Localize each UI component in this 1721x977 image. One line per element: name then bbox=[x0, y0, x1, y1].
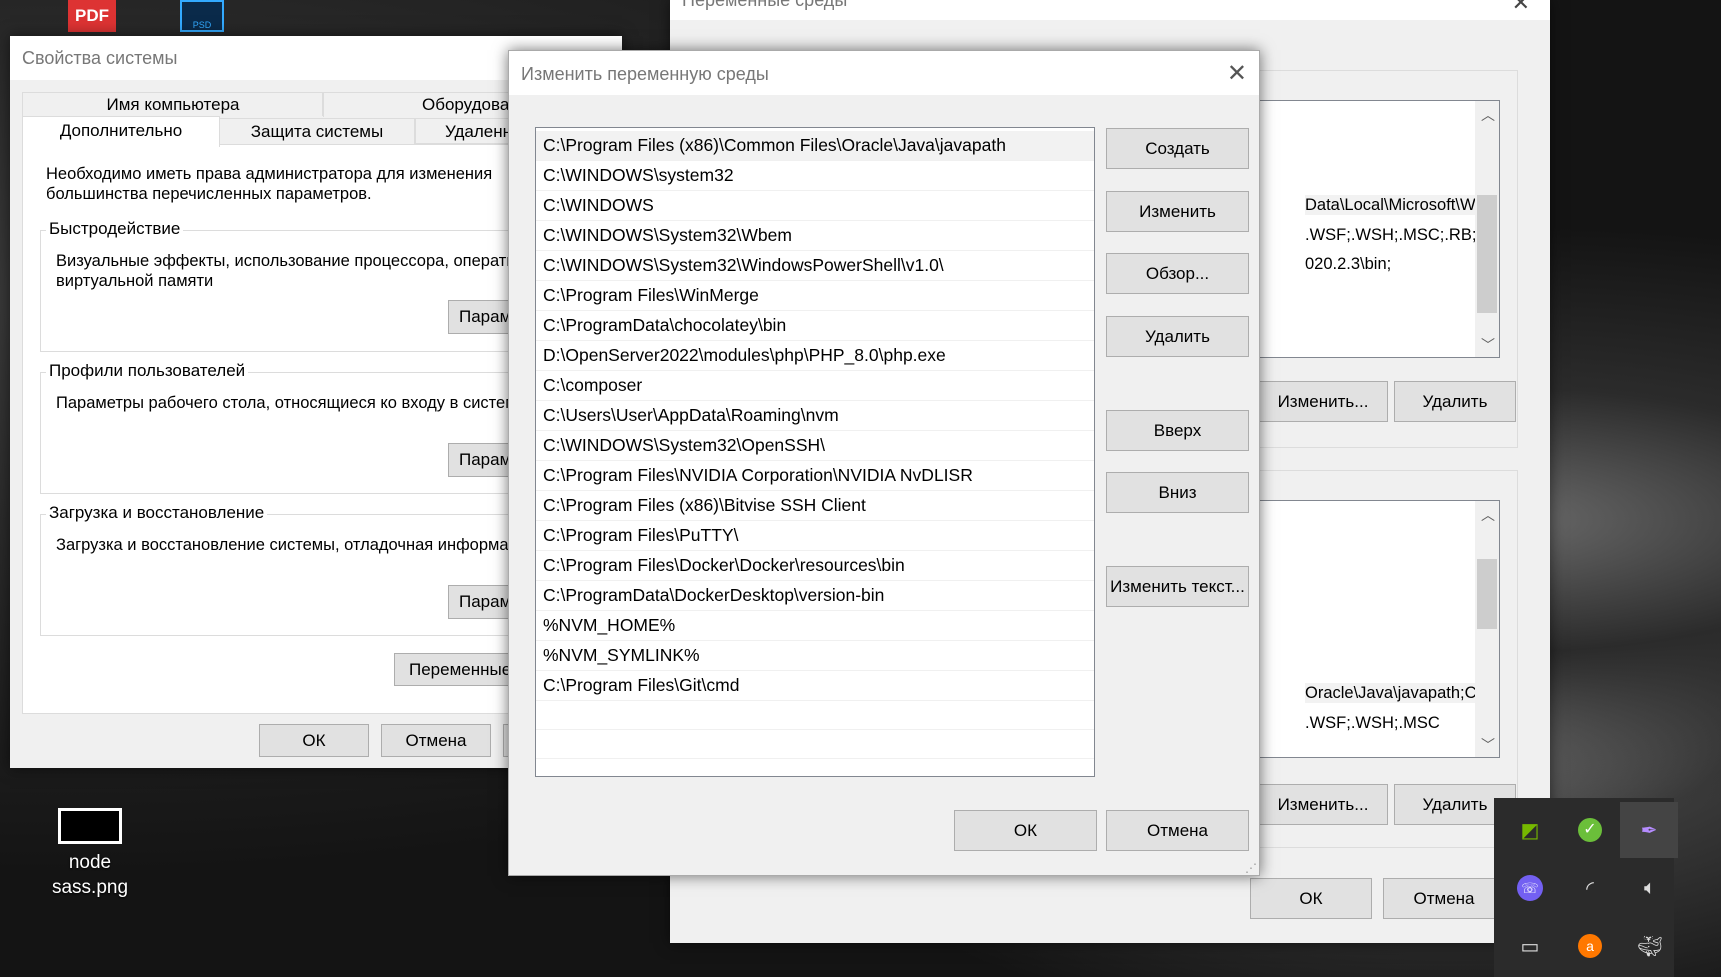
path-list-item[interactable]: C:\Program Files (x86)\Bitvise SSH Clien… bbox=[536, 491, 1094, 521]
sysprop-ok-button[interactable]: ОК bbox=[259, 724, 369, 757]
startup-legend: Загрузка и восстановление bbox=[46, 503, 268, 523]
scroll-up-icon[interactable]: ︿ bbox=[1481, 105, 1495, 125]
path-list-item[interactable]: C:\Program Files (x86)\Common Files\Orac… bbox=[536, 131, 1094, 161]
desktop-psd-icon[interactable]: PSD bbox=[180, 0, 224, 32]
scroll-thumb[interactable] bbox=[1477, 195, 1497, 313]
edit-ok-button[interactable]: ОК bbox=[954, 810, 1097, 851]
nvidia-icon[interactable]: ◩ bbox=[1508, 808, 1552, 852]
tab-computer-name[interactable]: Имя компьютера bbox=[22, 92, 324, 117]
scroll-up-icon[interactable]: ︿ bbox=[1481, 505, 1495, 525]
path-list-item[interactable]: C:\ProgramData\DockerDesktop\version-bin bbox=[536, 581, 1094, 611]
resize-grip-icon[interactable]: ⋰ bbox=[1245, 861, 1257, 875]
edit-dialog-titlebar: Изменить переменную среды ✕ bbox=[509, 51, 1259, 95]
speaker-icon[interactable]: 🔈︎ bbox=[1628, 866, 1672, 910]
system-var-value[interactable]: Oracle\Java\javapath;C:\WI... bbox=[1305, 683, 1475, 703]
user-edit-button[interactable]: Изменить... bbox=[1258, 381, 1388, 422]
path-list-item[interactable]: C:\composer bbox=[536, 371, 1094, 401]
tab-advanced[interactable]: Дополнительно bbox=[22, 116, 220, 147]
edit-text-button[interactable]: Изменить текст... bbox=[1106, 566, 1249, 607]
env-vars-titlebar: Переменные среды ✕ bbox=[670, 0, 1550, 20]
path-list-item[interactable]: C:\Program Files\WinMerge bbox=[536, 281, 1094, 311]
system-var-value[interactable]: .WSF;.WSH;.MSC bbox=[1305, 713, 1475, 733]
startup-desc: Загрузка и восстановление системы, отлад… bbox=[56, 536, 509, 554]
user-var-value[interactable]: 020.2.3\bin; bbox=[1305, 254, 1475, 274]
edit-dialog-title: Изменить переменную среды bbox=[521, 64, 769, 84]
move-up-button[interactable]: Вверх bbox=[1106, 410, 1249, 451]
user-var-value[interactable]: Data\Local\Microsoft\Win... bbox=[1305, 195, 1475, 215]
path-list[interactable]: C:\Program Files (x86)\Common Files\Orac… bbox=[535, 127, 1095, 777]
path-list-item[interactable]: C:\WINDOWS\System32\OpenSSH\ bbox=[536, 431, 1094, 461]
env-ok-button[interactable]: ОК bbox=[1250, 878, 1372, 919]
path-list-item[interactable]: C:\WINDOWS\system32 bbox=[536, 161, 1094, 191]
performance-desc: Визуальные эффекты, использование процес… bbox=[56, 252, 516, 290]
sysprop-title: Свойства системы bbox=[22, 48, 178, 68]
edit-cancel-button[interactable]: Отмена bbox=[1106, 810, 1249, 851]
env-cancel-button[interactable]: Отмена bbox=[1383, 878, 1505, 919]
battery-icon[interactable]: ▭ bbox=[1508, 924, 1552, 968]
user-delete-button[interactable]: Удалить bbox=[1394, 381, 1516, 422]
shield-check-icon[interactable]: ✓ bbox=[1568, 808, 1612, 852]
wifi-icon[interactable]: ◜ bbox=[1568, 866, 1612, 910]
desktop-pdf-icon[interactable]: PDF bbox=[68, 0, 116, 32]
desktop-image-icon[interactable] bbox=[58, 808, 122, 844]
browse-button[interactable]: Обзор... bbox=[1106, 253, 1249, 294]
avast-icon[interactable]: a bbox=[1568, 924, 1612, 968]
scroll-down-icon[interactable]: ﹀ bbox=[1481, 335, 1495, 355]
close-icon[interactable]: ✕ bbox=[1227, 59, 1247, 88]
sysprop-cancel-button[interactable]: Отмена bbox=[381, 724, 491, 757]
docker-icon[interactable]: 🐳︎ bbox=[1628, 924, 1672, 968]
create-button[interactable]: Создать bbox=[1106, 128, 1249, 169]
path-list-item[interactable]: C:\WINDOWS\System32\WindowsPowerShell\v1… bbox=[536, 251, 1094, 281]
admin-note: Необходимо иметь права администратора дл… bbox=[46, 165, 493, 203]
profiles-legend: Профили пользователей bbox=[46, 361, 249, 381]
path-list-item[interactable]: C:\ProgramData\chocolatey\bin bbox=[536, 311, 1094, 341]
user-var-value[interactable]: .WSF;.WSH;.MSC;.RB;.RBW... bbox=[1305, 225, 1475, 245]
scroll-down-icon[interactable]: ﹀ bbox=[1481, 735, 1495, 755]
delete-button[interactable]: Удалить bbox=[1106, 316, 1249, 357]
move-down-button[interactable]: Вниз bbox=[1106, 472, 1249, 513]
path-list-item[interactable]: C:\Program Files\NVIDIA Corporation\NVID… bbox=[536, 461, 1094, 491]
user-vars-scrollbar[interactable]: ︿ ﹀ bbox=[1475, 101, 1499, 357]
close-icon[interactable]: ✕ bbox=[1512, 0, 1530, 16]
edit-button[interactable]: Изменить bbox=[1106, 191, 1249, 232]
viber-icon[interactable]: ☏ bbox=[1508, 866, 1552, 910]
path-list-item[interactable]: C:\Users\User\AppData\Roaming\nvm bbox=[536, 401, 1094, 431]
performance-legend: Быстродействие bbox=[46, 219, 184, 239]
path-list-item[interactable]: C:\Program Files\Docker\Docker\resources… bbox=[536, 551, 1094, 581]
feather-icon[interactable]: ✒ bbox=[1620, 802, 1678, 858]
tray-overflow-flyout: ◩ ✓ ✒ ☏ ◜ 🔈︎ ▭ a 🐳︎ bbox=[1494, 798, 1678, 977]
path-list-empty-row[interactable] bbox=[536, 701, 1094, 730]
path-list-item[interactable]: C:\WINDOWS bbox=[536, 191, 1094, 221]
env-vars-title: Переменные среды bbox=[682, 0, 848, 10]
system-vars-scrollbar[interactable]: ︿ ﹀ bbox=[1475, 501, 1499, 757]
path-list-item[interactable]: C:\WINDOWS\System32\Wbem bbox=[536, 221, 1094, 251]
system-edit-button[interactable]: Изменить... bbox=[1258, 784, 1388, 825]
path-list-item[interactable]: D:\OpenServer2022\modules\php\PHP_8.0\ph… bbox=[536, 341, 1094, 371]
path-list-item[interactable]: C:\Program Files\Git\cmd bbox=[536, 671, 1094, 701]
desktop-icon-label[interactable]: node sass.png bbox=[40, 850, 140, 900]
scroll-thumb[interactable] bbox=[1477, 559, 1497, 629]
path-list-empty-row[interactable] bbox=[536, 759, 1094, 776]
path-list-item[interactable]: C:\Program Files\PuTTY\ bbox=[536, 521, 1094, 551]
tab-system-protection[interactable]: Защита системы bbox=[218, 118, 416, 146]
edit-env-var-dialog: Изменить переменную среды ✕ C:\Program F… bbox=[508, 50, 1260, 876]
path-list-item[interactable]: %NVM_HOME% bbox=[536, 611, 1094, 641]
path-list-item[interactable]: %NVM_SYMLINK% bbox=[536, 641, 1094, 671]
path-list-empty-row[interactable] bbox=[536, 730, 1094, 759]
profiles-desc: Параметры рабочего стола, относящиеся ко… bbox=[56, 394, 517, 412]
